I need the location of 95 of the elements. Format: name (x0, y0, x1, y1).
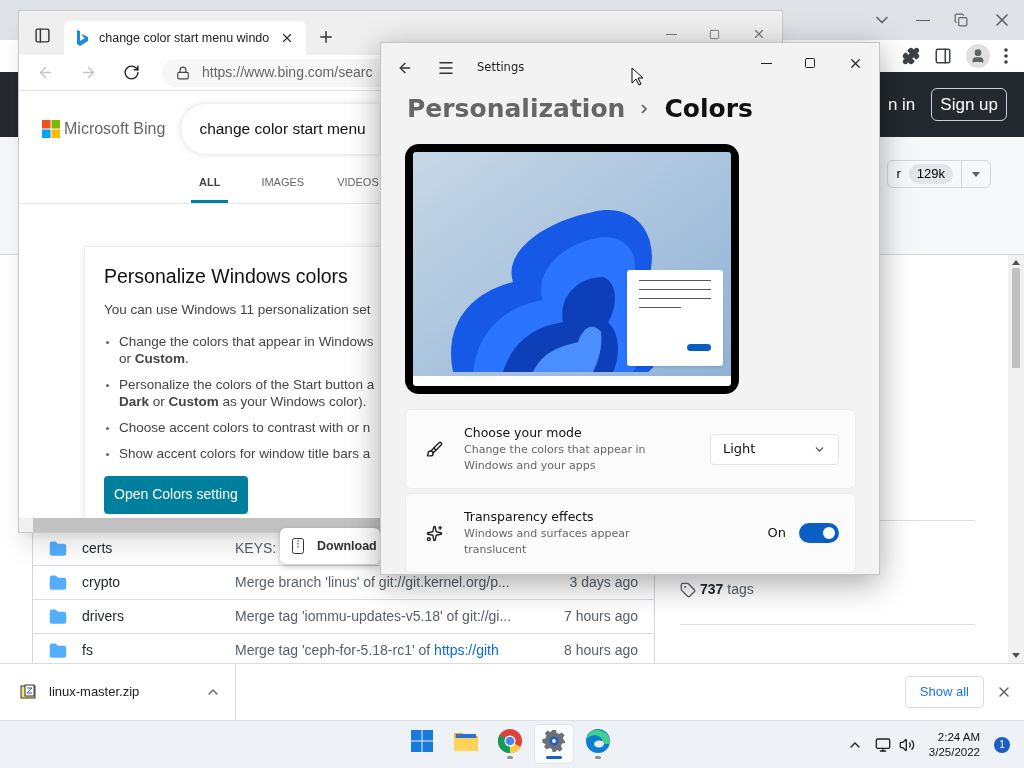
caret-icon[interactable] (972, 171, 980, 177)
commit-message: Merge branch 'linus' of git://git.kernel.org/p... (235, 573, 510, 592)
star-button[interactable]: r 129k (887, 160, 991, 188)
folder-icon (49, 641, 67, 660)
file-name[interactable]: crypto (82, 572, 222, 593)
download-bubble[interactable]: Download (280, 528, 380, 564)
download-label: Download (317, 537, 377, 555)
tags-link[interactable]: 737 tags (700, 579, 754, 600)
horizontal-scrollbar[interactable] (19, 518, 380, 532)
sign-up-button[interactable]: Sign up (931, 88, 1007, 121)
side-panel-icon (934, 47, 952, 65)
taskbar-app-button[interactable] (534, 724, 574, 764)
plus-icon (317, 28, 335, 46)
setting-description: Windows and surfaces appear translucent (464, 526, 630, 559)
bullet-text: Change the colors that appear in Windows or Custom. (119, 332, 374, 367)
scroll-up-arrow-icon[interactable] (1012, 260, 1020, 265)
mode-dropdown[interactable]: Light (710, 433, 839, 465)
brand-name: Microsoft Bing (64, 118, 166, 139)
notification-badge[interactable]: 1 (994, 736, 1010, 753)
tab-title: change color start menu windo (99, 29, 270, 47)
browser-logo-icon (498, 729, 522, 753)
sparkle-icon (426, 524, 443, 542)
minimize-icon[interactable] (761, 62, 772, 64)
maximize-icon (709, 28, 720, 40)
zip-file-icon (20, 684, 36, 700)
toggle-switch[interactable] (799, 523, 839, 543)
brush-icon (426, 440, 443, 458)
folder-icon (454, 731, 478, 751)
clock-date: 3/25/2022 (928, 744, 980, 760)
mouse-cursor-icon (631, 67, 643, 86)
file-name[interactable]: drivers (82, 606, 222, 627)
back-icon (397, 60, 413, 76)
file-name[interactable]: fs (82, 640, 222, 661)
search-tab[interactable]: VIDEOS (337, 173, 379, 203)
breadcrumb-item: Colors (664, 93, 753, 126)
tab-actions-icon (34, 27, 51, 44)
clock[interactable]: 2:24 AM 3/25/2022 (928, 729, 980, 760)
menu-icon[interactable] (1004, 48, 1008, 64)
microsoft-logo-icon (42, 119, 60, 138)
commit-message: Merge tag 'iommu-updates-v5.18' of git://gi... (235, 607, 512, 626)
sign-in-link[interactable]: n in (887, 91, 916, 118)
profile-avatar[interactable] (966, 44, 990, 68)
search-query: change color start menu (199, 118, 366, 139)
menu-icon (437, 59, 455, 77)
windows-logo-icon (411, 730, 433, 752)
bullet-text: Show accent colors for window title bars a (119, 444, 371, 462)
clock-time: 2:24 AM (937, 729, 980, 745)
back-icon (37, 64, 54, 81)
scrollbar-thumb[interactable] (1012, 268, 1020, 368)
lock-icon (176, 65, 190, 80)
toggle-state-label: On (767, 524, 786, 543)
file-name[interactable]: certs (82, 538, 222, 559)
puzzle-icon (902, 47, 920, 65)
close-icon (752, 27, 766, 41)
setting-title: Transparency effects (464, 507, 595, 526)
refresh-icon (123, 64, 140, 81)
restore-icon (954, 13, 968, 27)
window-title: Settings (477, 59, 525, 77)
download-file-name[interactable]: linux-master.zip (49, 682, 140, 702)
zip-file-icon (292, 538, 304, 554)
commit-message: Merge tag 'ceph-for-5.18-rc1' of https://gith (235, 641, 499, 660)
chevron-right-icon (641, 104, 649, 114)
breadcrumb-item[interactable]: Personalization (407, 90, 626, 128)
commit-time: 8 hours ago (564, 641, 638, 660)
close-icon (280, 31, 294, 45)
folder-icon (49, 539, 67, 558)
browser-tab[interactable]: change color start menu windo (64, 21, 306, 55)
bing-logo-icon (76, 30, 88, 46)
star-label: r (895, 165, 901, 184)
scrollbar[interactable] (1008, 255, 1024, 663)
commit-link[interactable]: https://gith (434, 642, 499, 658)
tag-icon (680, 581, 696, 598)
commit-time: 3 days ago (569, 573, 638, 592)
gear-icon (542, 729, 566, 753)
show-all-button[interactable]: Show all (904, 676, 984, 708)
setting-title: Choose your mode (464, 423, 583, 442)
forward-icon (80, 64, 97, 81)
setting-description: Change the colors that appear in Windows and your apps (464, 442, 646, 475)
open-colors-button[interactable]: Open Colors setting (104, 475, 248, 514)
folder-icon (49, 607, 67, 626)
commit-time: 7 hours ago (564, 607, 638, 626)
wave-logo-icon (586, 729, 610, 753)
folder-icon (49, 573, 67, 592)
card-intro: You can use Windows 11 personalization set (104, 301, 372, 320)
scroll-down-arrow-icon[interactable] (1012, 653, 1020, 658)
address-text: https://www.bing.com/searc (202, 63, 373, 82)
volume-icon (898, 736, 915, 753)
bullet-text: Choose accent colors to contrast with or n (119, 418, 371, 436)
star-count: 129k (908, 164, 953, 184)
search-field[interactable]: change color start menu (181, 103, 380, 154)
search-tab[interactable]: IMAGES (261, 173, 305, 203)
card-title: Personalize Windows colors (104, 264, 349, 289)
commit-message: KEYS: (235, 539, 277, 558)
maximize-icon (804, 57, 816, 69)
bullet-text: Personalize the colors of the Start button a Dark or Custom as your Windows color). (119, 375, 375, 410)
